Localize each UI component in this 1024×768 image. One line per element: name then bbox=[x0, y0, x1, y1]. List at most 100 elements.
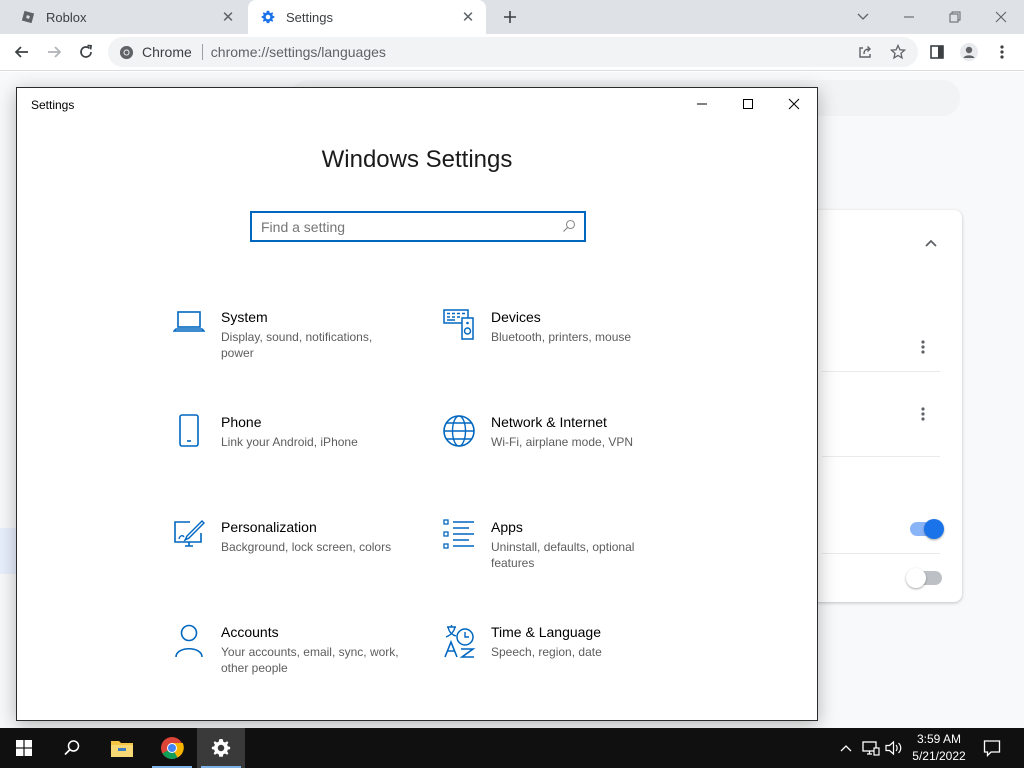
close-icon bbox=[788, 98, 800, 110]
reload-button[interactable] bbox=[73, 39, 99, 65]
tab-title: Settings bbox=[286, 9, 333, 25]
site-label: Chrome bbox=[142, 44, 192, 60]
category-description: Link your Android, iPhone bbox=[221, 435, 358, 449]
window-titlebar[interactable]: Settings bbox=[17, 88, 817, 120]
category-text: Apps Uninstall, defaults, optional featu… bbox=[491, 519, 676, 571]
start-button[interactable] bbox=[0, 728, 48, 768]
toggle-switch-on[interactable] bbox=[910, 519, 944, 539]
arrow-right-icon bbox=[48, 46, 62, 58]
search-icon bbox=[64, 740, 80, 756]
plus-icon bbox=[504, 11, 516, 23]
minimize-icon bbox=[904, 16, 914, 18]
taskbar: 3:59 AM 5/21/2022 bbox=[0, 728, 1024, 768]
tab-strip: Roblox ✕ Settings ✕ bbox=[0, 0, 1024, 34]
browser-minimize-button[interactable] bbox=[886, 0, 932, 34]
laptop-icon bbox=[171, 309, 207, 345]
find-setting-search[interactable] bbox=[250, 211, 586, 242]
url-text[interactable]: chrome://settings/languages bbox=[211, 44, 386, 60]
share-icon[interactable] bbox=[854, 41, 876, 63]
bookmark-star-icon[interactable] bbox=[887, 41, 909, 63]
category-text: Personalization Background, lock screen,… bbox=[221, 519, 406, 555]
category-phone[interactable]: Phone Link your Android, iPhone bbox=[171, 414, 411, 484]
category-title: Devices bbox=[491, 309, 541, 325]
maximize-button[interactable] bbox=[725, 88, 771, 120]
chevron-up-icon[interactable] bbox=[922, 234, 940, 252]
category-apps[interactable]: Apps Uninstall, defaults, optional featu… bbox=[441, 519, 681, 589]
back-button[interactable] bbox=[9, 39, 35, 65]
tab-settings[interactable]: Settings ✕ bbox=[248, 0, 486, 34]
clock-date: 5/21/2022 bbox=[912, 749, 966, 763]
toggle-switch-off[interactable] bbox=[906, 568, 942, 588]
category-personalization[interactable]: Personalization Background, lock screen,… bbox=[171, 519, 411, 589]
toggle-knob bbox=[924, 519, 944, 539]
category-text: Devices Bluetooth, printers, mouse bbox=[491, 309, 676, 345]
category-title: Network & Internet bbox=[491, 414, 607, 430]
minimize-button[interactable] bbox=[679, 88, 725, 120]
language-more-actions-icon[interactable] bbox=[914, 405, 932, 423]
category-system[interactable]: System Display, sound, notifications, po… bbox=[171, 309, 411, 379]
category-title: Time & Language bbox=[491, 624, 601, 640]
windows-logo-icon bbox=[16, 740, 32, 756]
search-icon[interactable] bbox=[562, 219, 578, 235]
notification-icon[interactable] bbox=[982, 738, 1002, 758]
devices-icon bbox=[441, 309, 477, 345]
forward-button[interactable] bbox=[41, 39, 67, 65]
close-button[interactable] bbox=[771, 88, 817, 120]
settings-taskbar-button[interactable] bbox=[197, 728, 245, 768]
profile-button[interactable] bbox=[956, 39, 982, 65]
side-panel-icon bbox=[930, 45, 944, 59]
browser-close-button[interactable] bbox=[978, 0, 1024, 34]
divider bbox=[822, 371, 940, 372]
category-accounts[interactable]: Accounts Your accounts, email, sync, wor… bbox=[171, 624, 411, 694]
chrome-taskbar-button[interactable] bbox=[148, 728, 196, 768]
category-devices[interactable]: Devices Bluetooth, printers, mouse bbox=[441, 309, 681, 379]
phone-icon bbox=[171, 414, 207, 450]
minimize-icon bbox=[697, 103, 707, 105]
chevron-down-icon bbox=[857, 13, 869, 20]
tab-roblox[interactable]: Roblox ✕ bbox=[8, 0, 246, 34]
tab-title: Roblox bbox=[46, 9, 87, 25]
sidebar-selected-item[interactable] bbox=[0, 528, 16, 574]
category-title: System bbox=[221, 309, 268, 325]
time-language-icon bbox=[441, 624, 477, 660]
search-button[interactable] bbox=[48, 728, 96, 768]
omnibox-divider bbox=[201, 44, 203, 60]
category-title: Personalization bbox=[221, 519, 317, 535]
category-text: Phone Link your Android, iPhone bbox=[221, 414, 406, 450]
arrow-left-icon bbox=[14, 46, 28, 58]
person-icon bbox=[171, 624, 207, 660]
close-icon bbox=[995, 11, 1007, 23]
browser-restore-button[interactable] bbox=[932, 0, 978, 34]
category-description: Speech, region, date bbox=[491, 645, 602, 659]
category-text: Accounts Your accounts, email, sync, wor… bbox=[221, 624, 406, 676]
network-icon[interactable] bbox=[861, 738, 881, 758]
category-description: Bluetooth, printers, mouse bbox=[491, 330, 632, 344]
roblox-icon bbox=[20, 9, 36, 25]
divider bbox=[822, 456, 940, 457]
divider bbox=[822, 553, 940, 554]
close-tab-icon[interactable]: ✕ bbox=[218, 7, 238, 27]
category-description: Your accounts, email, sync, work, other … bbox=[221, 645, 399, 675]
address-bar[interactable]: Chrome chrome://settings/languages bbox=[108, 37, 918, 67]
show-hidden-icons-icon[interactable] bbox=[836, 738, 856, 758]
side-panel-button[interactable] bbox=[924, 39, 950, 65]
category-title: Phone bbox=[221, 414, 262, 430]
apps-list-icon bbox=[441, 519, 477, 555]
globe-icon bbox=[441, 414, 477, 450]
volume-icon[interactable] bbox=[884, 738, 904, 758]
browser-toolbar: Chrome chrome://settings/languages bbox=[0, 34, 1024, 71]
category-network-internet[interactable]: Network & Internet Wi-Fi, airplane mode,… bbox=[441, 414, 681, 484]
category-time-language[interactable]: Time & Language Speech, region, date bbox=[441, 624, 681, 694]
taskbar-clock[interactable]: 3:59 AM 5/21/2022 bbox=[906, 731, 972, 765]
file-explorer-button[interactable] bbox=[98, 728, 146, 768]
language-more-actions-icon[interactable] bbox=[914, 338, 932, 356]
close-tab-icon[interactable]: ✕ bbox=[458, 7, 478, 27]
category-text: Time & Language Speech, region, date bbox=[491, 624, 676, 660]
category-title: Apps bbox=[491, 519, 523, 535]
search-input[interactable] bbox=[252, 218, 552, 235]
tab-search-button[interactable] bbox=[840, 0, 886, 34]
chrome-menu-button[interactable] bbox=[989, 39, 1015, 65]
avatar-icon bbox=[960, 43, 978, 61]
window-title: Settings bbox=[31, 98, 75, 112]
new-tab-button[interactable] bbox=[498, 5, 522, 29]
